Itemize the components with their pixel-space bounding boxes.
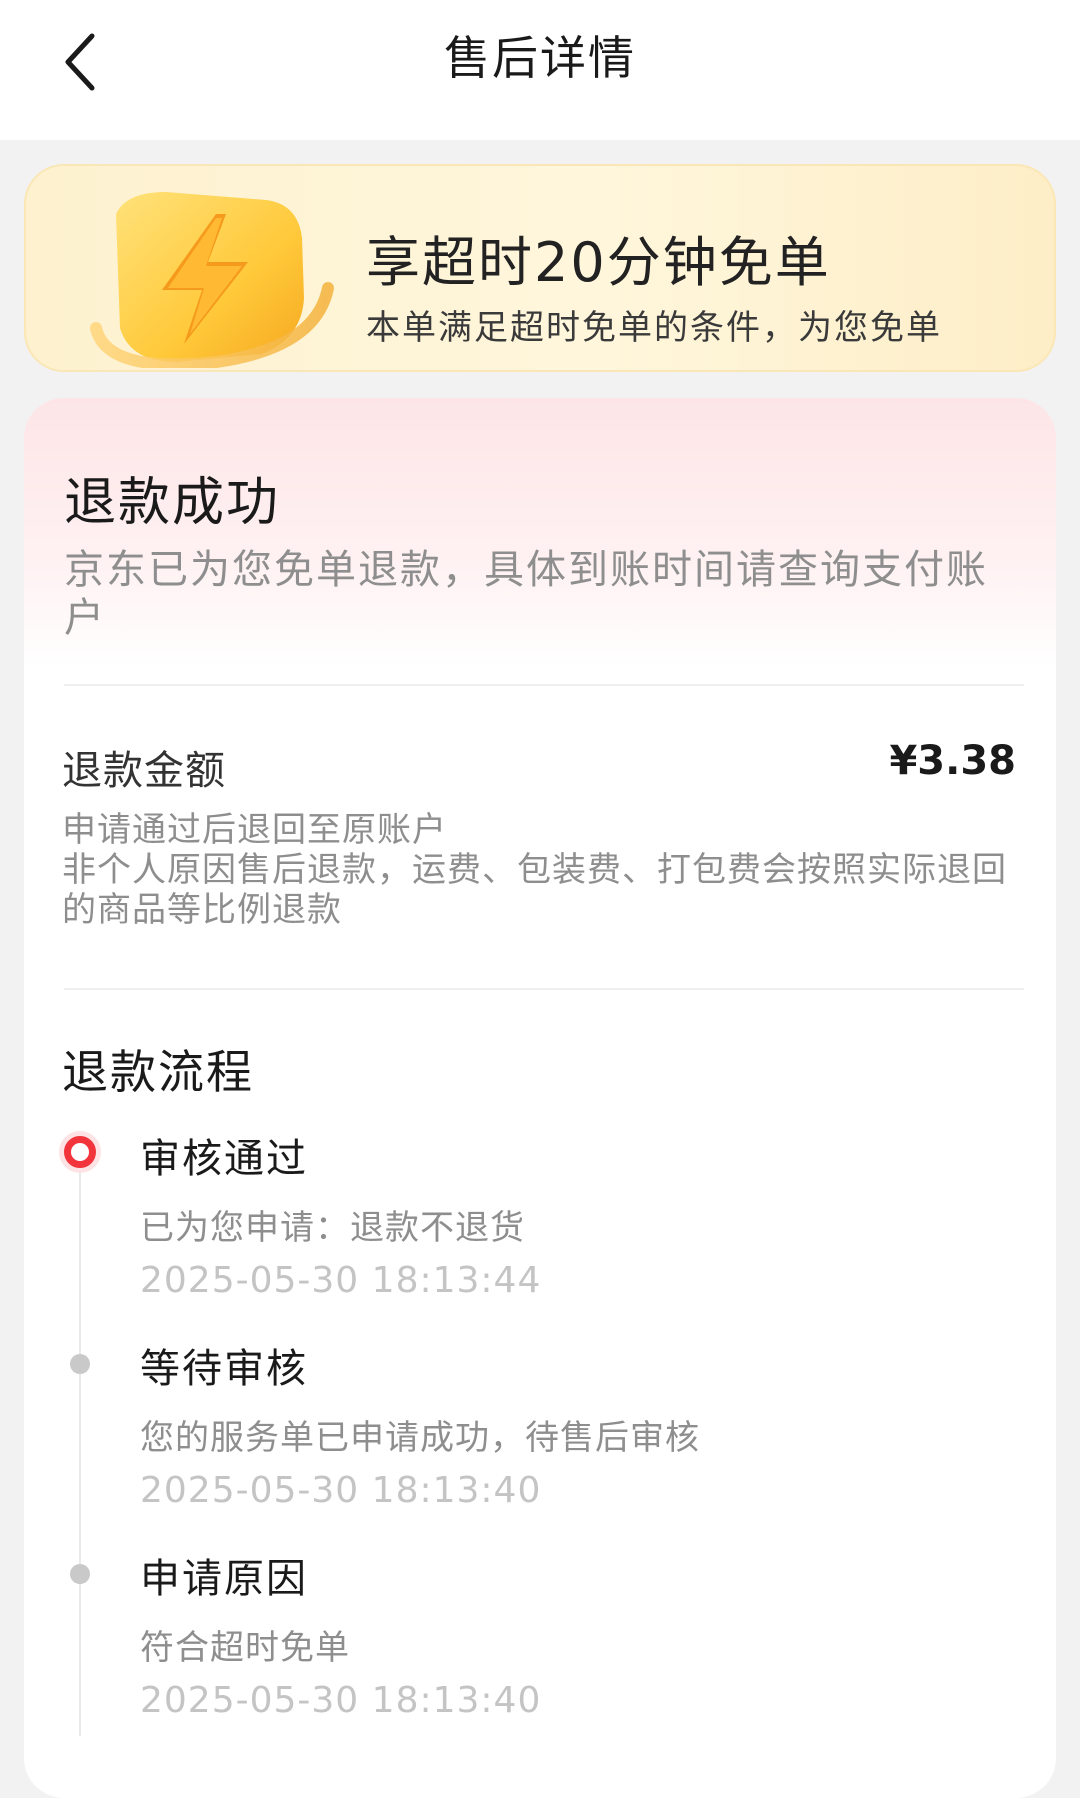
step-name: 申请原因	[140, 1556, 308, 1602]
lightning-shield-icon	[66, 178, 336, 370]
banner-subtitle: 本单满足超时免单的条件，为您免单	[366, 308, 942, 348]
page-title: 售后详情	[444, 31, 636, 85]
refund-status-title: 退款成功	[64, 473, 281, 533]
step-name: 审核通过	[140, 1136, 308, 1182]
step-time: 2025-05-30 18:13:40	[140, 1470, 542, 1511]
timeline-dot-active	[64, 1136, 96, 1168]
step-time: 2025-05-30 18:13:40	[140, 1680, 542, 1721]
top-bar: 售后详情	[0, 0, 1080, 140]
refund-amount-label: 退款金额	[62, 748, 226, 794]
free-order-banner: 享超时20分钟免单 本单满足超时免单的条件，为您免单	[24, 164, 1056, 372]
refund-amount-value: ¥3.38	[889, 738, 1016, 784]
step-description: 您的服务单已申请成功，待售后审核	[140, 1418, 700, 1458]
step-name: 等待审核	[140, 1346, 308, 1392]
divider	[64, 988, 1024, 990]
timeline-dot	[70, 1354, 90, 1374]
refund-note-line: 非个人原因售后退款，运费、包装费、打包费会按照实际退回的商品等比例退款	[62, 850, 1007, 930]
step-description: 符合超时免单	[140, 1628, 350, 1668]
refund-note-line: 申请通过后退回至原账户	[62, 810, 447, 850]
divider	[64, 684, 1024, 686]
banner-title: 享超时20分钟免单	[366, 231, 831, 294]
step-time: 2025-05-30 18:13:44	[140, 1260, 542, 1301]
refund-amount-note: 申请通过后退回至原账户 非个人原因售后退款，运费、包装费、打包费会按照实际退回的…	[62, 810, 1032, 930]
timeline-dot	[70, 1564, 90, 1584]
timeline-line	[79, 1156, 81, 1736]
refund-process-title: 退款流程	[62, 1045, 254, 1099]
refund-status-description: 京东已为您免单退款，具体到账时间请查询支付账户	[64, 547, 988, 641]
step-description: 已为您申请：退款不退货	[140, 1208, 525, 1248]
refund-detail-card: 退款成功 京东已为您免单退款，具体到账时间请查询支付账户 退款金额 ¥3.38 …	[24, 398, 1056, 1798]
